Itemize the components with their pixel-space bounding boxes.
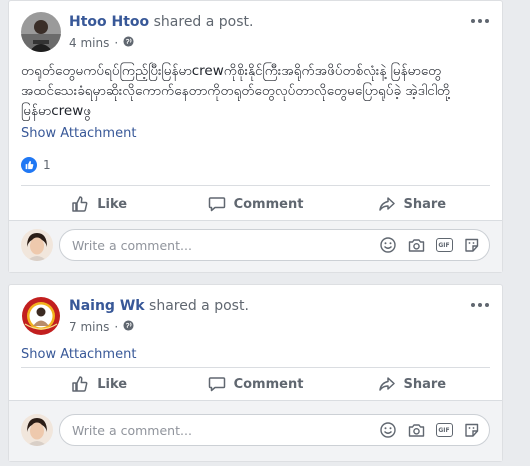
globe-icon[interactable] bbox=[123, 320, 134, 334]
post-meta: 7 mins · bbox=[69, 320, 134, 334]
post-actions: Like Comment Share bbox=[21, 188, 490, 220]
share-icon bbox=[378, 377, 395, 391]
show-attachment-link[interactable]: Show Attachment bbox=[21, 347, 136, 362]
comment-label: Comment bbox=[233, 196, 304, 212]
more-options-icon[interactable] bbox=[470, 298, 490, 312]
post-meta: 4 mins · bbox=[69, 36, 134, 50]
more-options-icon[interactable] bbox=[470, 14, 490, 28]
sticker-icon[interactable] bbox=[463, 236, 481, 254]
comment-button[interactable]: Comment bbox=[177, 368, 333, 400]
news-feed: Htoo Htoo shared a post. 4 mins · တရုတ်တ… bbox=[0, 0, 530, 466]
gif-icon[interactable]: GIF bbox=[435, 421, 453, 439]
share-button[interactable]: Share bbox=[334, 368, 490, 400]
comment-button[interactable]: Comment bbox=[177, 188, 333, 220]
share-label: Share bbox=[403, 196, 447, 212]
like-label: Like bbox=[97, 196, 128, 212]
like-button[interactable]: Like bbox=[21, 368, 177, 400]
comment-icon bbox=[208, 197, 225, 212]
emoji-icon[interactable] bbox=[379, 421, 397, 439]
current-user-avatar[interactable] bbox=[21, 414, 53, 446]
author-avatar[interactable] bbox=[21, 12, 61, 52]
feed-post: Naing Wk shared a post. 7 mins · Show At… bbox=[8, 284, 503, 462]
author-name[interactable]: Naing Wk bbox=[69, 298, 145, 314]
comment-composer: Write a comment... GIF bbox=[9, 400, 502, 461]
author-avatar[interactable] bbox=[21, 296, 61, 336]
comment-icon bbox=[208, 377, 225, 392]
comment-input[interactable]: Write a comment... GIF bbox=[59, 414, 490, 446]
thumbs-up-icon bbox=[72, 376, 88, 392]
post-action-text: shared a post. bbox=[153, 14, 254, 30]
post-timestamp[interactable]: 4 mins bbox=[69, 36, 109, 50]
like-label: Like bbox=[97, 376, 128, 392]
feed-post: Htoo Htoo shared a post. 4 mins · တရုတ်တ… bbox=[8, 0, 503, 273]
show-attachment-link[interactable]: Show Attachment bbox=[21, 126, 136, 141]
post-action-text: shared a post. bbox=[149, 298, 249, 314]
thumbs-up-icon bbox=[72, 196, 88, 212]
dot-separator: · bbox=[114, 320, 119, 334]
camera-icon[interactable] bbox=[407, 236, 425, 254]
sticker-icon[interactable] bbox=[463, 421, 481, 439]
comment-input[interactable]: Write a comment... GIF bbox=[59, 229, 490, 261]
dot-separator: · bbox=[114, 36, 119, 50]
emoji-icon[interactable] bbox=[379, 236, 397, 254]
globe-icon[interactable] bbox=[123, 36, 134, 50]
like-button[interactable]: Like bbox=[21, 188, 177, 220]
camera-icon[interactable] bbox=[407, 421, 425, 439]
post-timestamp[interactable]: 7 mins bbox=[69, 320, 109, 334]
post-header: Htoo Htoo shared a post. 4 mins · bbox=[21, 12, 490, 56]
share-button[interactable]: Share bbox=[334, 188, 490, 220]
like-reaction-icon bbox=[21, 157, 37, 173]
share-label: Share bbox=[403, 376, 447, 392]
reaction-count: 1 bbox=[43, 158, 51, 172]
comment-composer: Write a comment... GIF bbox=[9, 220, 502, 272]
post-actions: Like Comment Share bbox=[21, 368, 490, 400]
comment-placeholder: Write a comment... bbox=[72, 423, 192, 438]
post-header: Naing Wk shared a post. 7 mins · bbox=[21, 296, 490, 340]
post-text: တရုတ်တွေမကပ်ရပ်ကြည့်ပြီးမြန်မာcrewကိုစို… bbox=[21, 63, 451, 119]
comment-tools: GIF bbox=[379, 421, 481, 439]
comment-tools: GIF bbox=[379, 236, 481, 254]
author-name[interactable]: Htoo Htoo bbox=[69, 14, 149, 30]
gif-icon[interactable]: GIF bbox=[435, 236, 453, 254]
current-user-avatar[interactable] bbox=[21, 229, 53, 261]
post-title-line: Naing Wk shared a post. bbox=[69, 298, 249, 314]
divider bbox=[21, 185, 490, 186]
post-title-line: Htoo Htoo shared a post. bbox=[69, 14, 253, 30]
comment-label: Comment bbox=[233, 376, 304, 392]
reaction-summary[interactable]: 1 bbox=[21, 157, 51, 173]
share-icon bbox=[378, 197, 395, 211]
comment-placeholder: Write a comment... bbox=[72, 238, 192, 253]
